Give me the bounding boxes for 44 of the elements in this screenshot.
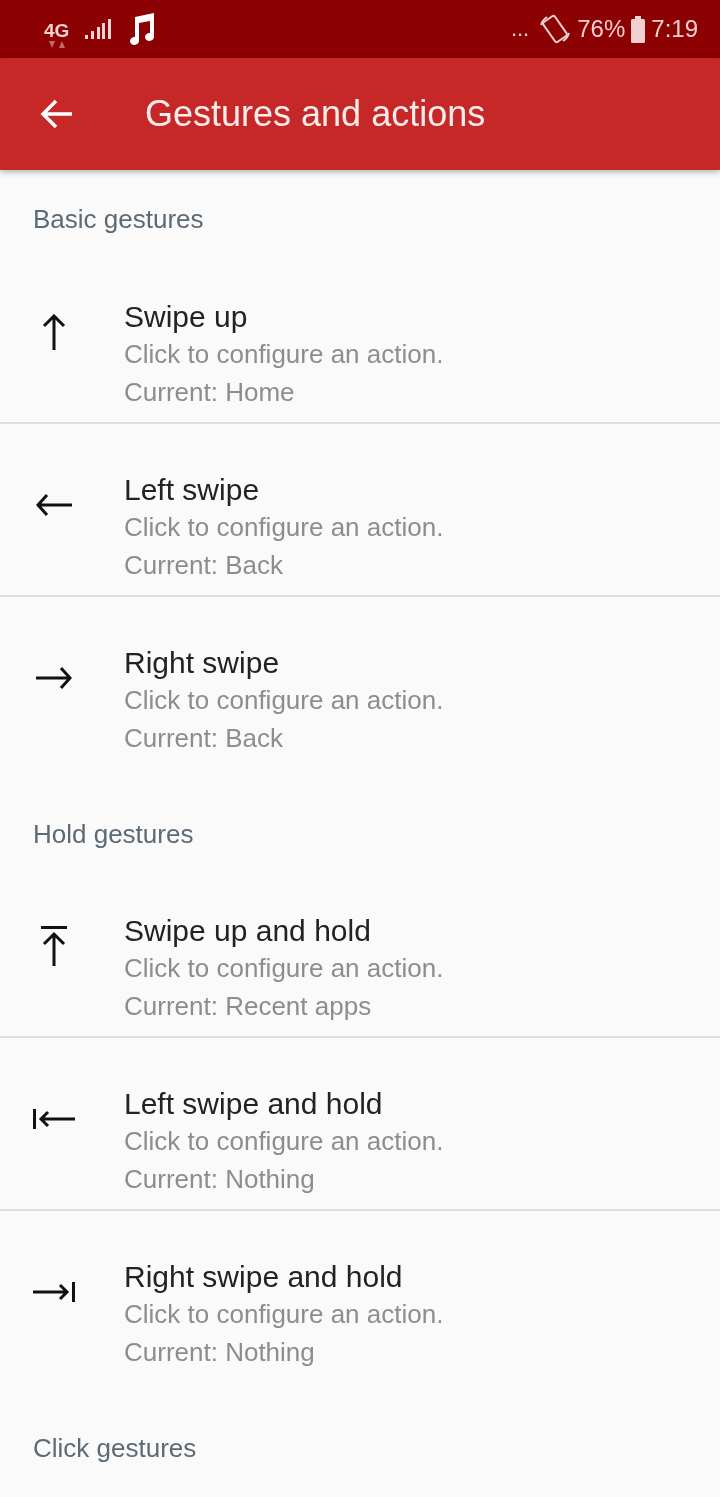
signal-icon xyxy=(85,19,112,39)
arrow-up-to-bar-icon xyxy=(41,925,67,966)
gesture-summary: Click to configure an action. xyxy=(124,338,444,371)
screen-title: Gestures and actions xyxy=(145,93,486,135)
current-action-label: Current: Nothing xyxy=(124,1163,316,1196)
music-note-icon xyxy=(127,13,156,45)
clock-label: 7:19 xyxy=(651,15,698,43)
arrow-right-icon xyxy=(36,666,72,689)
gesture-setting-row[interactable]: Left swipe Click to configure an action. Current: Back xyxy=(0,424,720,595)
current-action-label: Current: Recent apps xyxy=(124,990,373,1023)
current-action-label: Current: Home xyxy=(124,376,296,409)
network-type-label: 4G xyxy=(44,20,70,41)
auto-rotate-icon xyxy=(539,14,572,44)
arrow-left-icon xyxy=(36,493,72,516)
back-arrow-icon xyxy=(40,99,72,129)
gesture-summary: Click to configure an action. xyxy=(124,684,444,717)
gesture-setting-row[interactable]: Left swipe and hold Click to configure an action. Current: Nothing xyxy=(0,1038,720,1209)
gesture-setting-row[interactable]: Right swipe and hold Click to configure an action. Current: Nothing xyxy=(0,1211,720,1382)
gesture-summary: Click to configure an action. xyxy=(124,1298,444,1331)
gesture-summary: Click to configure an action. xyxy=(124,952,444,985)
section-header: Basic gestures xyxy=(33,204,204,234)
gesture-setting-row[interactable]: Swipe up Click to configure an action. Current: Home xyxy=(0,251,720,422)
battery-percent-label: 76% xyxy=(577,15,626,43)
gesture-summary: Click to configure an action. xyxy=(124,511,444,544)
arrow-right-to-bar-icon xyxy=(33,1281,75,1302)
gesture-setting-row[interactable]: Swipe up and hold Click to configure an action. Current: Recent apps xyxy=(0,865,720,1036)
gesture-title: Swipe up and hold xyxy=(124,913,372,949)
more-notifications-label: ... xyxy=(510,16,530,42)
gesture-setting-row[interactable]: Right swipe Click to configure an action. Current: Back xyxy=(0,597,720,768)
gesture-title: Swipe up xyxy=(124,299,249,335)
current-action-label: Current: Back xyxy=(124,549,284,582)
current-action-label: Current: Nothing xyxy=(124,1336,316,1369)
section-header: Hold gestures xyxy=(33,819,194,849)
battery-icon xyxy=(631,15,646,43)
current-action-label: Current: Back xyxy=(124,722,284,755)
gesture-title: Left swipe xyxy=(124,472,261,508)
gesture-summary: Click to configure an action. xyxy=(124,1125,444,1158)
arrow-left-to-bar-icon xyxy=(33,1108,75,1129)
data-activity-icon xyxy=(48,40,65,48)
section-header: Click gestures xyxy=(33,1433,197,1463)
gesture-title: Right swipe and hold xyxy=(124,1259,404,1295)
gesture-title: Right swipe xyxy=(124,645,281,681)
gesture-title: Left swipe and hold xyxy=(124,1086,384,1122)
arrow-up-icon xyxy=(42,313,66,350)
